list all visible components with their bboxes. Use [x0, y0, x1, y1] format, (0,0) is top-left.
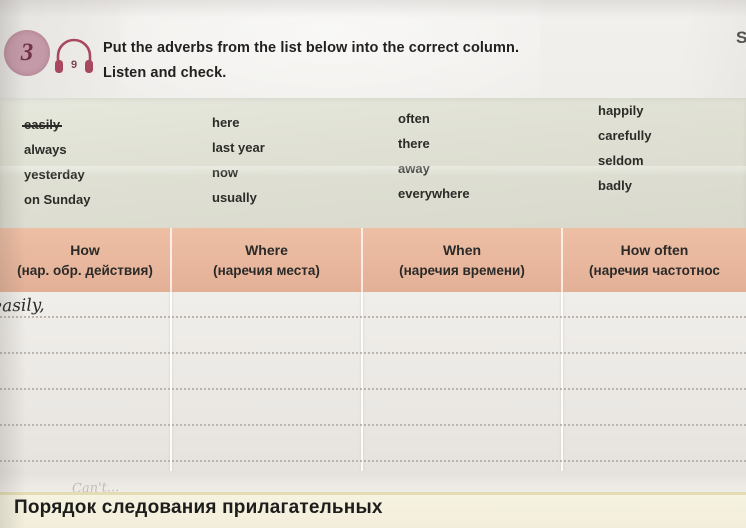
header-ru-label: (наречия времени) — [399, 262, 525, 278]
column-divider — [170, 292, 172, 471]
word-bank-column-2: here last year now usually — [212, 110, 265, 210]
word-item[interactable]: seldom — [598, 148, 651, 173]
bottom-section-title: Порядок следования прилагательных — [14, 497, 383, 518]
header-ru-label: (нар. обр. действия) — [17, 262, 153, 278]
table-header-how: How (нар. обр. действия) — [0, 228, 172, 292]
word-item[interactable]: always — [24, 137, 90, 162]
table-header-when: When (наречия времени) — [363, 228, 563, 292]
word-item[interactable]: last year — [212, 135, 265, 160]
header-en-label: How often — [620, 241, 689, 258]
word-bank-column-3: often there away everywhere — [398, 106, 470, 206]
answer-line[interactable] — [0, 424, 746, 426]
instruction-line-2: Listen and check. — [103, 65, 227, 81]
header-en-label: When — [442, 241, 482, 258]
word-item[interactable]: happily — [598, 98, 651, 123]
audio-track-label: 9 — [70, 59, 78, 71]
exercise-number-label: 3 — [20, 39, 34, 66]
adverbs-table: How (нар. обр. действия) Where (наречия … — [0, 228, 746, 471]
handwritten-answer: easily, — [0, 295, 45, 317]
table-header-row: How (нар. обр. действия) Where (наречия … — [0, 228, 746, 292]
column-divider — [361, 292, 363, 471]
instruction-line-1: Put the adverbs from the list below into… — [103, 40, 520, 56]
word-item[interactable]: badly — [598, 173, 651, 198]
instruction-text: Put the adverbs from the list below into… — [103, 36, 746, 86]
word-item[interactable]: often — [398, 106, 470, 131]
exercise-number-badge: 3 — [4, 30, 50, 76]
column-divider — [561, 292, 563, 471]
header-en-label: Where — [245, 241, 288, 258]
word-label: easily — [21, 112, 63, 137]
word-item[interactable]: away — [398, 156, 470, 181]
word-item[interactable]: here — [212, 110, 265, 135]
header-en-label: How — [70, 241, 100, 258]
word-item[interactable]: yesterday — [24, 162, 90, 187]
word-item[interactable]: usually — [212, 185, 265, 210]
audio-track-number: 9 — [52, 36, 96, 74]
answer-line[interactable] — [0, 388, 746, 390]
table-header-how-often: How often (наречия частотнос — [563, 228, 746, 292]
table-header-where: Where (наречия места) — [172, 228, 363, 292]
word-item[interactable]: now — [212, 160, 265, 185]
word-bank-column-1: easily always yesterday on Sunday — [21, 112, 90, 212]
header-ru-label: (наречия частотнос — [589, 262, 720, 278]
answer-line[interactable] — [0, 460, 746, 462]
worksheet-page: 3 9 Put the adverbs from the list below … — [0, 0, 746, 528]
word-item[interactable]: everywhere — [398, 181, 470, 206]
header-ru-label: (наречия места) — [213, 262, 320, 278]
cut-off-edge-letter: S — [736, 28, 746, 47]
word-bank-column-4: happily carefully seldom badly — [598, 98, 651, 198]
word-item[interactable]: carefully — [598, 123, 651, 148]
table-body: easily, — [0, 292, 746, 471]
word-bank-box: easily always yesterday on Sunday here l… — [0, 98, 746, 228]
answer-line[interactable] — [0, 316, 746, 318]
word-item[interactable]: there — [398, 131, 470, 156]
word-item[interactable]: on Sunday — [24, 187, 90, 212]
word-item[interactable]: easily — [21, 112, 90, 137]
answer-line[interactable] — [0, 352, 746, 354]
